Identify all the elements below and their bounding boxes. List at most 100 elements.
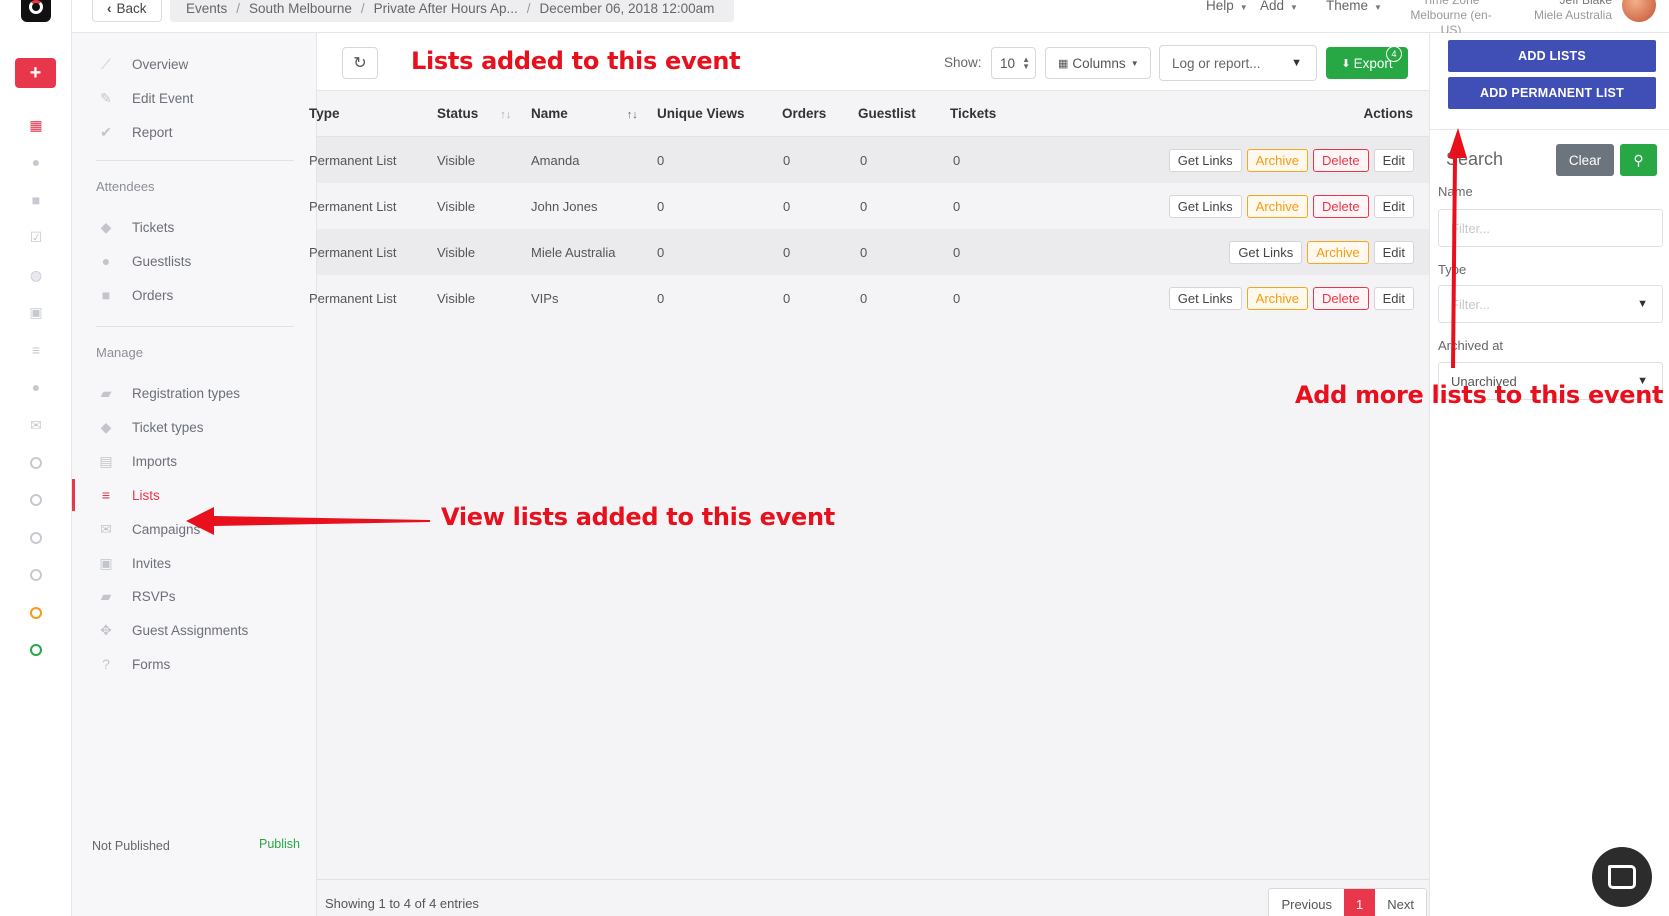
- col-unique-views[interactable]: Unique Views: [657, 106, 745, 121]
- archive-button[interactable]: Archive: [1246, 148, 1309, 172]
- calendar-icon[interactable]: ▦: [27, 116, 45, 134]
- col-type[interactable]: Type: [309, 106, 340, 121]
- sidebar-item-imports[interactable]: ▤ Imports: [96, 449, 306, 473]
- sidebar-item-label: Imports: [132, 453, 178, 469]
- publish-link[interactable]: Publish: [259, 837, 300, 851]
- get-links-button[interactable]: Get Links: [1168, 194, 1242, 218]
- get-links-button[interactable]: Get Links: [1168, 286, 1242, 310]
- breadcrumb-item[interactable]: Events: [186, 1, 227, 16]
- sidebar-item-guest-assignments[interactable]: ✥ Guest Assignments: [96, 618, 306, 642]
- sidebar-item-ticket-types[interactable]: ◆ Ticket types: [96, 415, 306, 439]
- add-permanent-list-button[interactable]: ADD PERMANENT LIST: [1448, 77, 1656, 109]
- log-report-placeholder: Log or report...: [1172, 55, 1261, 71]
- get-links-button[interactable]: Get Links: [1168, 148, 1242, 172]
- sidebar-item-rsvps[interactable]: ▰ RSVPs: [96, 584, 306, 608]
- type-filter-select[interactable]: Filter... ▼: [1438, 285, 1663, 323]
- previous-page-button[interactable]: Previous: [1269, 889, 1344, 916]
- col-guestlist[interactable]: Guestlist: [858, 106, 916, 121]
- col-name[interactable]: Name ↑↓: [531, 106, 638, 121]
- breadcrumb-item[interactable]: Private After Hours Ap...: [374, 1, 518, 16]
- envelope-icon[interactable]: ✉: [27, 416, 45, 434]
- app-logo[interactable]: [21, 0, 51, 22]
- sidebar-item-orders[interactable]: ■ Orders: [96, 283, 306, 307]
- user-org: Miele Australia: [1533, 8, 1612, 22]
- user-icon[interactable]: ●: [27, 378, 45, 396]
- circle-icon[interactable]: [27, 529, 45, 547]
- globe-icon[interactable]: ◍: [27, 266, 45, 284]
- breadcrumb-item[interactable]: South Melbourne: [249, 1, 352, 16]
- sidebar-item-tickets[interactable]: ◆ Tickets: [96, 215, 306, 239]
- avatar[interactable]: [1622, 0, 1656, 22]
- circle-orange-icon[interactable]: [27, 604, 45, 622]
- chat-icon: [1608, 865, 1636, 889]
- circle-icon[interactable]: [27, 566, 45, 584]
- list-icon[interactable]: ≡: [27, 341, 45, 359]
- next-page-button[interactable]: Next: [1375, 889, 1426, 916]
- circle-icon[interactable]: [27, 454, 45, 472]
- current-page-button[interactable]: 1: [1344, 889, 1376, 916]
- pagination: Previous 1 Next: [1268, 888, 1427, 916]
- archive-button[interactable]: Archive: [1246, 286, 1309, 310]
- checkbox-icon[interactable]: ☑: [27, 228, 45, 246]
- sidebar-item-invites[interactable]: ▣ Invites: [96, 551, 306, 575]
- sidebar-item-forms[interactable]: ? Forms: [96, 652, 306, 676]
- col-label: Type: [309, 106, 340, 121]
- delete-button[interactable]: Delete: [1313, 148, 1369, 172]
- sidebar-item-report[interactable]: ✔ Report: [96, 120, 306, 144]
- create-button[interactable]: +: [15, 58, 56, 88]
- sidebar-item-registration-types[interactable]: ▰ Registration types: [96, 381, 306, 405]
- col-orders[interactable]: Orders: [782, 106, 826, 121]
- back-button[interactable]: ‹ Back: [92, 0, 162, 22]
- circle-icon[interactable]: [27, 491, 45, 509]
- add-menu[interactable]: Add ▼: [1260, 0, 1298, 13]
- chat-launcher[interactable]: [1592, 847, 1652, 907]
- log-report-select[interactable]: Log or report... ▼: [1159, 45, 1317, 81]
- delete-button[interactable]: Delete: [1313, 194, 1369, 218]
- cart-icon[interactable]: ■: [27, 191, 45, 209]
- delete-button[interactable]: Delete: [1313, 286, 1369, 310]
- caret-down-icon: ▼: [1290, 3, 1298, 12]
- user-menu[interactable]: Jeff Blake Miele Australia: [1512, 0, 1612, 23]
- sidebar-item-overview[interactable]: ⟋ Overview: [96, 52, 306, 76]
- archive-button[interactable]: Archive: [1307, 240, 1369, 264]
- add-menu-label: Add: [1260, 0, 1285, 13]
- refresh-button[interactable]: ↻: [342, 47, 378, 79]
- edit-button[interactable]: Edit: [1373, 240, 1414, 264]
- archive-button[interactable]: Archive: [1246, 194, 1309, 218]
- name-filter-input[interactable]: Filter...: [1438, 209, 1663, 247]
- col-tickets[interactable]: Tickets: [950, 106, 996, 121]
- circle-green-icon[interactable]: [27, 641, 45, 659]
- sidebar-item-campaigns[interactable]: ✉ Campaigns: [96, 517, 306, 541]
- edit-button[interactable]: Edit: [1373, 148, 1414, 172]
- help-menu[interactable]: Help ▼: [1206, 0, 1248, 13]
- sidebar-item-lists[interactable]: ≡ Lists: [96, 483, 306, 507]
- sidebar-item-edit-event[interactable]: ✎ Edit Event: [96, 86, 306, 110]
- col-status[interactable]: Status ↑↓: [437, 106, 511, 121]
- panel-divider: [1430, 129, 1669, 130]
- page-size-select[interactable]: 10 ▲ ▼: [991, 47, 1036, 79]
- sidebar-item-label: Ticket types: [132, 419, 204, 435]
- gift-icon[interactable]: ▣: [27, 303, 45, 321]
- sort-asc-icon: ↑↓: [626, 109, 638, 121]
- add-lists-button[interactable]: ADD LISTS: [1448, 40, 1656, 72]
- search-button[interactable]: ⚲: [1620, 144, 1657, 176]
- sidebar-item-guestlists[interactable]: ● Guestlists: [96, 249, 306, 273]
- theme-menu[interactable]: Theme ▼: [1326, 0, 1382, 13]
- users-icon[interactable]: ●: [27, 153, 45, 171]
- get-links-button[interactable]: Get Links: [1229, 240, 1303, 264]
- sidebar-item-label: Edit Event: [132, 90, 194, 106]
- app-rail: + ▦ ● ■ ☑ ◍ ▣ ≡ ● ✉: [0, 0, 72, 916]
- cell-orders: 0: [783, 290, 791, 306]
- clear-button[interactable]: Clear: [1556, 144, 1614, 176]
- export-button[interactable]: ⬇ Export 4: [1326, 46, 1408, 79]
- user-plus-icon: ●: [101, 253, 111, 269]
- row-actions: Get Links Archive Edit: [1229, 240, 1414, 264]
- type-filter-label: Type: [1438, 262, 1467, 277]
- tags-icon: ◆: [100, 418, 112, 435]
- theme-menu-label: Theme: [1326, 0, 1369, 13]
- book-icon: ▰: [100, 384, 112, 401]
- edit-button[interactable]: Edit: [1373, 194, 1414, 218]
- edit-button[interactable]: Edit: [1373, 286, 1414, 310]
- table-row: Permanent List Visible VIPs 0 0 0 0 Get …: [309, 275, 1429, 321]
- columns-button[interactable]: ▦ Columns ▼: [1045, 47, 1151, 79]
